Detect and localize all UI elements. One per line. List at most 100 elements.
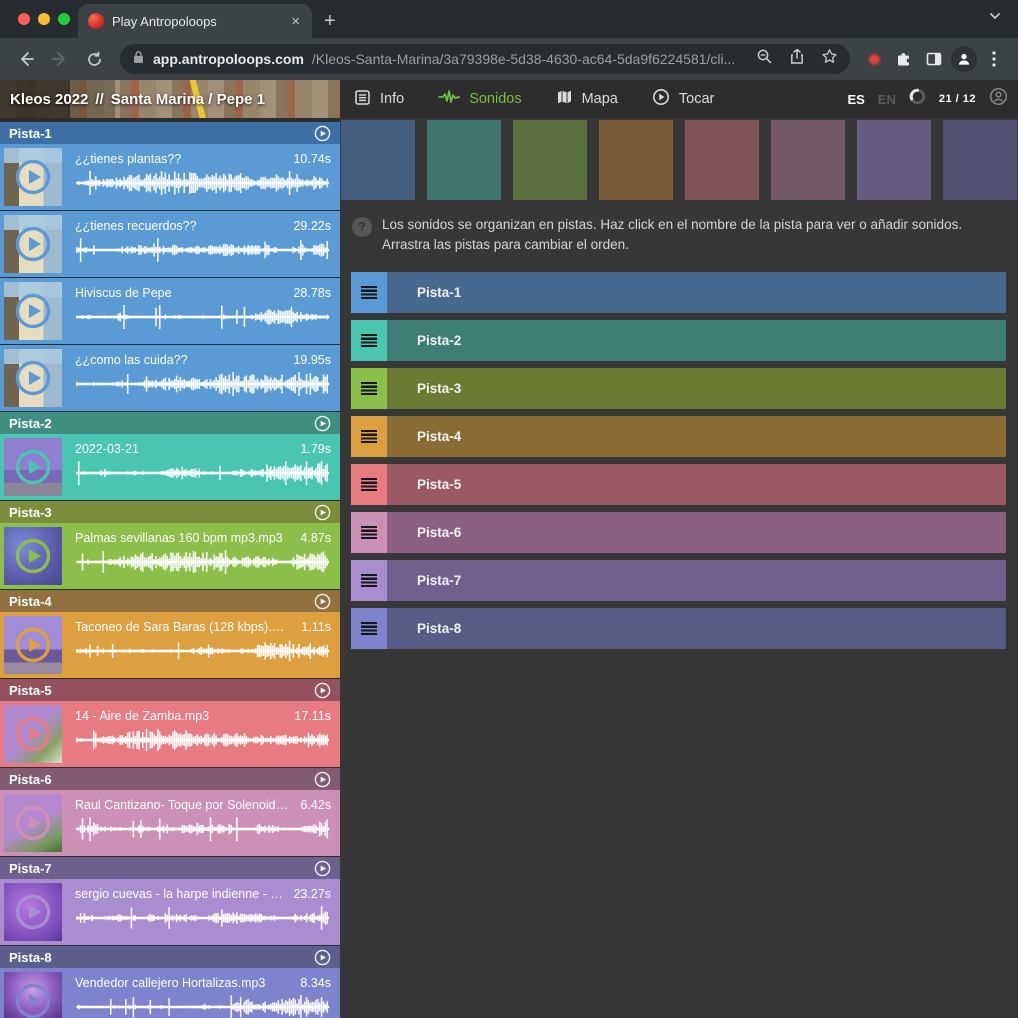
clip-thumbnail[interactable] — [4, 616, 62, 674]
audio-clip[interactable]: ¿¿tienes recuerdos??29.22s — [0, 211, 340, 277]
track-row-bar[interactable]: Pista-3 — [387, 368, 1006, 409]
track-row-pista-1[interactable]: Pista-1 — [351, 272, 1006, 313]
track-row-bar[interactable]: Pista-4 — [387, 416, 1006, 457]
track-row-pista-8[interactable]: Pista-8 — [351, 608, 1006, 649]
recording-extension-icon[interactable] — [860, 45, 888, 73]
clip-thumbnail[interactable] — [4, 883, 62, 941]
track-row-pista-4[interactable]: Pista-4 — [351, 416, 1006, 457]
clip-waveform[interactable] — [75, 371, 331, 397]
clip-waveform[interactable] — [75, 549, 331, 575]
tab-close-icon[interactable]: × — [289, 14, 302, 29]
play-track-icon[interactable] — [314, 860, 331, 877]
track-row-pista-2[interactable]: Pista-2 — [351, 320, 1006, 361]
audio-clip[interactable]: Vendedor callejero Hortalizas.mp38.34s — [0, 968, 340, 1018]
tab-mapa[interactable]: Mapa — [556, 89, 618, 109]
close-window-button[interactable] — [18, 13, 30, 25]
back-icon[interactable] — [10, 43, 42, 75]
drag-handle[interactable] — [351, 608, 387, 649]
track-row-bar[interactable]: Pista-2 — [387, 320, 1006, 361]
drag-handle[interactable] — [351, 464, 387, 505]
reload-icon[interactable] — [78, 43, 110, 75]
play-track-icon[interactable] — [314, 125, 331, 142]
swatch-pista-7[interactable] — [857, 120, 931, 200]
browser-profile-avatar[interactable] — [950, 45, 978, 73]
tab-sonidos[interactable]: Sonidos — [438, 89, 521, 109]
drag-handle[interactable] — [351, 560, 387, 601]
drag-handle[interactable] — [351, 416, 387, 457]
play-track-icon[interactable] — [314, 593, 331, 610]
side-panel-icon[interactable] — [920, 45, 948, 73]
clip-thumbnail[interactable] — [4, 527, 62, 585]
play-track-icon[interactable] — [314, 771, 331, 788]
track-row-pista-6[interactable]: Pista-6 — [351, 512, 1006, 553]
swatch-pista-5[interactable] — [685, 120, 759, 200]
zoom-out-icon[interactable] — [756, 48, 773, 70]
clip-thumbnail[interactable] — [4, 705, 62, 763]
play-track-icon[interactable] — [314, 682, 331, 699]
account-icon[interactable] — [989, 87, 1008, 111]
clip-waveform[interactable] — [75, 237, 331, 263]
track-row-pista-7[interactable]: Pista-7 — [351, 560, 1006, 601]
clip-thumbnail[interactable] — [4, 794, 62, 852]
address-bar[interactable]: app.antropoloops.com /Kleos-Santa-Marina… — [120, 44, 850, 74]
drag-handle[interactable] — [351, 512, 387, 553]
clip-waveform[interactable] — [75, 460, 331, 486]
audio-clip[interactable]: ¿¿tienes plantas??10.74s — [0, 144, 340, 210]
lang-en-button[interactable]: EN — [878, 92, 896, 107]
track-header-pista-4[interactable]: Pista-4 — [0, 590, 340, 612]
audio-clip[interactable]: Hiviscus de Pepe28.78s — [0, 278, 340, 344]
audio-clip[interactable]: 2022-03-211.79s — [0, 434, 340, 500]
swatch-pista-6[interactable] — [771, 120, 845, 200]
swatch-pista-3[interactable] — [513, 120, 587, 200]
swatch-pista-8[interactable] — [943, 120, 1017, 200]
lang-es-button[interactable]: ES — [847, 92, 864, 107]
project-banner[interactable]: Kleos 2022//Santa Marina / Pepe 1 — [0, 80, 340, 118]
audio-clip[interactable]: Palmas sevillanas 160 bpm mp3.mp34.87s — [0, 523, 340, 589]
audio-clip[interactable]: Raul Cantizano- Toque por Solenoide.mp36… — [0, 790, 340, 856]
drag-handle[interactable] — [351, 320, 387, 361]
track-row-bar[interactable]: Pista-7 — [387, 560, 1006, 601]
play-track-icon[interactable] — [314, 504, 331, 521]
audio-clip[interactable]: 14 - Aire de Zamba.mp317.11s — [0, 701, 340, 767]
track-row-bar[interactable]: Pista-6 — [387, 512, 1006, 553]
audio-clip[interactable]: ¿¿como las cuida??19.95s — [0, 345, 340, 411]
clip-waveform[interactable] — [75, 994, 331, 1018]
browser-menu-kebab-icon[interactable] — [980, 45, 1008, 73]
minimize-window-button[interactable] — [38, 13, 50, 25]
clip-thumbnail[interactable] — [4, 972, 62, 1018]
clip-waveform[interactable] — [75, 905, 331, 931]
new-tab-button[interactable]: + — [324, 11, 336, 31]
clip-thumbnail[interactable] — [4, 282, 62, 340]
track-header-pista-8[interactable]: Pista-8 — [0, 946, 340, 968]
extensions-puzzle-icon[interactable] — [890, 45, 918, 73]
forward-icon[interactable] — [44, 43, 76, 75]
clip-waveform[interactable] — [75, 816, 331, 842]
clip-thumbnail[interactable] — [4, 349, 62, 407]
clip-waveform[interactable] — [75, 170, 331, 196]
track-header-pista-1[interactable]: Pista-1 — [0, 122, 340, 144]
share-icon[interactable] — [789, 48, 805, 70]
track-header-pista-2[interactable]: Pista-2 — [0, 412, 340, 434]
play-track-icon[interactable] — [314, 415, 331, 432]
audio-clip[interactable]: sergio cuevas - la harpe indienne - 03 -… — [0, 879, 340, 945]
drag-handle[interactable] — [351, 368, 387, 409]
track-header-pista-6[interactable]: Pista-6 — [0, 768, 340, 790]
track-header-pista-3[interactable]: Pista-3 — [0, 501, 340, 523]
track-header-pista-7[interactable]: Pista-7 — [0, 857, 340, 879]
bookmark-star-icon[interactable] — [821, 48, 838, 70]
tab-info[interactable]: Info — [354, 89, 404, 110]
clip-thumbnail[interactable] — [4, 215, 62, 273]
track-row-bar[interactable]: Pista-1 — [387, 272, 1006, 313]
drag-handle[interactable] — [351, 272, 387, 313]
tab-tocar[interactable]: Tocar — [652, 88, 714, 110]
clip-waveform[interactable] — [75, 638, 331, 664]
clip-thumbnail[interactable] — [4, 438, 62, 496]
swatch-pista-1[interactable] — [341, 120, 415, 200]
clip-waveform[interactable] — [75, 304, 331, 330]
track-row-pista-5[interactable]: Pista-5 — [351, 464, 1006, 505]
track-row-bar[interactable]: Pista-5 — [387, 464, 1006, 505]
swatch-pista-4[interactable] — [599, 120, 673, 200]
clip-waveform[interactable] — [75, 727, 331, 753]
maximize-window-button[interactable] — [58, 13, 70, 25]
play-track-icon[interactable] — [314, 949, 331, 966]
